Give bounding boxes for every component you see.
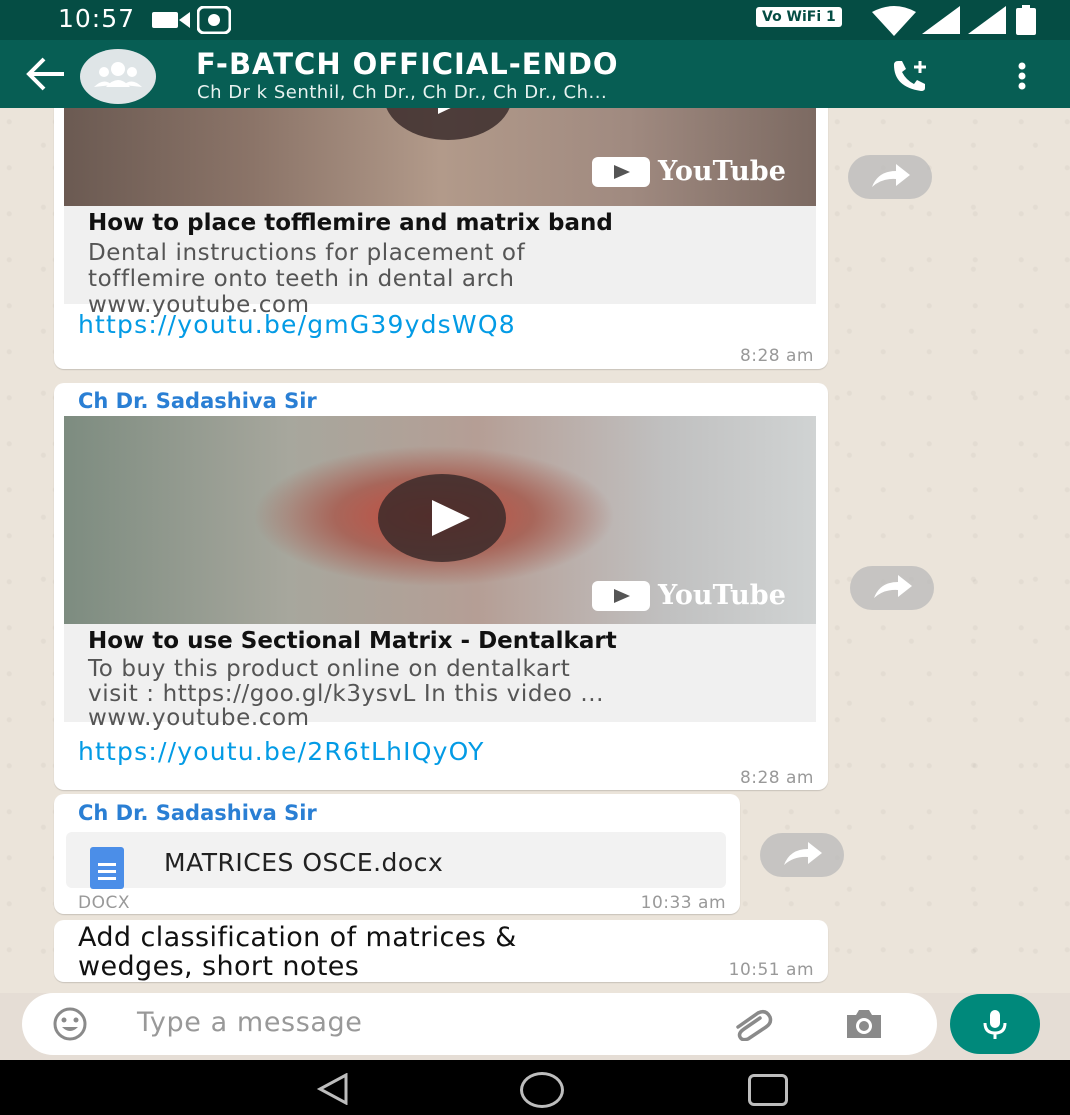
preview-description: Dental instructions for placement of <box>88 240 526 266</box>
preview-title: How to place tofflemire and matrix band <box>88 210 613 236</box>
emoji-icon[interactable] <box>52 1006 88 1046</box>
chat-title[interactable]: F-BATCH OFFICIAL-ENDO <box>196 47 619 81</box>
play-button-icon[interactable] <box>378 474 506 562</box>
video-thumbnail[interactable]: YouTube <box>64 108 816 206</box>
document-name: MATRICES OSCE.docx <box>164 848 444 877</box>
message-text: wedges, short notes <box>78 951 360 982</box>
youtube-logo: YouTube <box>592 580 786 611</box>
signal-icon <box>968 6 1008 38</box>
attach-icon[interactable] <box>732 1007 778 1045</box>
message-time: 10:51 am <box>728 960 814 980</box>
mic-icon <box>983 1010 1007 1039</box>
sender-name[interactable]: Ch Dr. Sadashiva Sir <box>78 389 317 413</box>
link-preview[interactable]: How to place tofflemire and matrix band … <box>64 206 816 318</box>
sender-name[interactable]: Ch Dr. Sadashiva Sir <box>78 801 317 825</box>
preview-description: To buy this product online on dentalkart <box>88 656 571 682</box>
mic-button[interactable] <box>950 994 1040 1054</box>
preview-description: visit : https://goo.gl/k3ysvL In this vi… <box>88 681 605 707</box>
link-preview[interactable]: How to use Sectional Matrix - Dentalkart… <box>64 624 816 731</box>
message-link[interactable]: https://youtu.be/gmG39ydsWQ8 <box>78 310 516 339</box>
play-button-icon[interactable] <box>384 108 512 140</box>
chat-header: F-BATCH OFFICIAL-ENDO Ch Dr k Senthil, C… <box>0 40 1070 108</box>
wifi-icon <box>870 6 918 40</box>
message-bubble[interactable]: Ch Dr. Sadashiva Sir YouTube How to use … <box>54 383 828 790</box>
preview-description: tofflemire onto teeth in dental arch <box>88 266 515 292</box>
nav-back-icon[interactable] <box>316 1072 350 1109</box>
status-bar: 10:57 Vo WiFi 1 <box>0 0 1070 40</box>
message-text: Add classification of matrices & <box>78 922 517 953</box>
preview-title: How to use Sectional Matrix - Dentalkart <box>88 628 617 654</box>
video-thumbnail[interactable]: YouTube <box>64 416 816 624</box>
forward-icon[interactable] <box>760 833 844 877</box>
battery-icon <box>1016 5 1036 39</box>
chat-participants[interactable]: Ch Dr k Senthil, Ch Dr., Ch Dr., Ch Dr.,… <box>197 82 607 103</box>
message-input[interactable]: Type a message <box>137 1007 362 1038</box>
more-vert-icon[interactable] <box>1018 62 1026 94</box>
forward-icon[interactable] <box>848 155 932 199</box>
notification-icon <box>196 5 232 38</box>
network-badge: Vo WiFi 1 <box>756 7 842 27</box>
message-bubble[interactable]: Ch Dr. Sadashiva Sir MATRICES OSCE.docx … <box>54 794 740 914</box>
youtube-logo: YouTube <box>592 156 786 187</box>
message-composer[interactable]: Type a message <box>22 993 937 1055</box>
message-time: 8:28 am <box>739 346 814 366</box>
forward-icon[interactable] <box>850 566 934 610</box>
status-time: 10:57 <box>58 4 136 33</box>
document-icon <box>90 847 124 889</box>
nav-recents-icon[interactable] <box>748 1074 788 1106</box>
signal-icon <box>922 6 962 38</box>
preview-domain: www.youtube.com <box>88 705 310 731</box>
camera-icon[interactable] <box>844 1007 884 1045</box>
nav-home-icon[interactable] <box>520 1072 564 1108</box>
document-type: DOCX <box>78 893 130 913</box>
document-attachment[interactable]: MATRICES OSCE.docx <box>66 832 726 889</box>
add-call-icon[interactable] <box>890 59 934 95</box>
message-bubble[interactable]: Add classification of matrices & wedges,… <box>54 920 828 982</box>
message-time: 10:33 am <box>640 893 726 913</box>
video-call-icon <box>152 9 192 35</box>
chat-area[interactable]: YouTube How to place tofflemire and matr… <box>0 108 1070 993</box>
message-time: 8:28 am <box>739 768 814 788</box>
system-nav-bar <box>0 1060 1070 1115</box>
message-bubble[interactable]: YouTube How to place tofflemire and matr… <box>54 108 828 369</box>
message-link[interactable]: https://youtu.be/2R6tLhIQyOY <box>78 737 485 766</box>
back-arrow-icon[interactable] <box>26 56 66 92</box>
group-avatar-icon[interactable] <box>80 49 156 104</box>
